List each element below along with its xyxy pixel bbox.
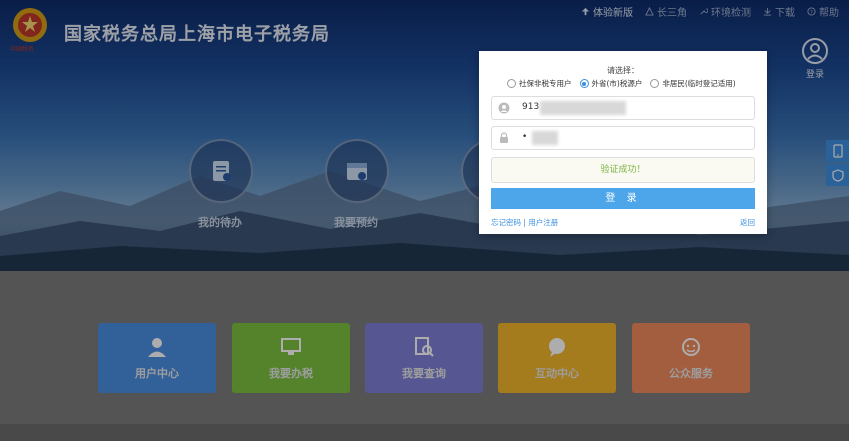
radio-out-of-province[interactable]: 外省(市)税源户 [579,78,643,89]
radio-label: 社保非税专用户 [519,79,572,88]
radio-circle-icon [507,79,516,88]
login-panel: 请选择： 社保非税专用户 外省(市)税源户 非居民(临时登记适用) 913 • … [479,51,767,234]
forgot-password-link[interactable]: 忘记密码 [491,218,521,227]
account-value: 913 [522,102,540,112]
radio-circle-checked-icon [579,79,589,88]
password-value: • [522,132,528,142]
radio-label: 外省(市)税源户 [591,79,643,88]
radio-label: 非居民(临时登记适用) [662,79,736,88]
register-link[interactable]: 用户注册 [528,218,558,227]
lock-icon [500,132,508,143]
login-submit-button[interactable]: 登 录 [491,188,755,209]
back-link[interactable]: 返回 [740,217,755,228]
user-type-radio-group: 社保非税专用户 外省(市)税源户 非居民(临时登记适用) [507,78,736,89]
link-separator: | [523,218,526,227]
radio-circle-icon [650,79,660,88]
choose-label: 请选择： [607,66,639,75]
redacted-account [540,101,626,115]
redacted-password [532,131,558,145]
account-field[interactable]: 913 [491,96,755,120]
captcha-success-bar: 验证成功！ [491,157,755,183]
password-field[interactable]: • [491,126,755,150]
radio-non-resident[interactable]: 非居民(临时登记适用) [650,78,736,89]
radio-social-security[interactable]: 社保非税专用户 [507,78,572,89]
bottom-links: 忘记密码 | 用户注册 [491,217,558,228]
user-icon [498,102,510,114]
